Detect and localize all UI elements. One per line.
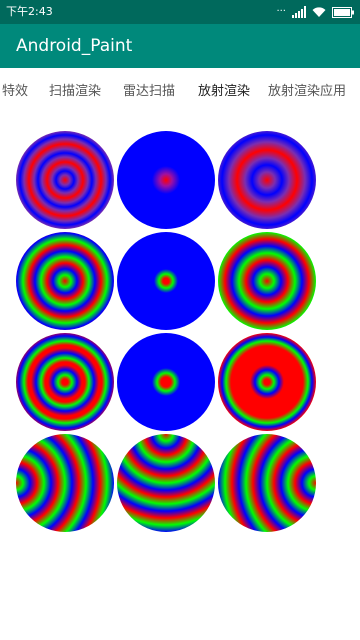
radial-circle-r3c1	[16, 333, 114, 431]
status-bar: 下午2:43 ···	[0, 0, 360, 24]
app-title: Android_Paint	[16, 36, 133, 56]
radial-circle-r2c1	[16, 232, 114, 330]
shader-canvas	[0, 116, 360, 640]
tab-sweep-shader[interactable]: 扫描渲染	[44, 68, 106, 116]
radial-circle-r4c1	[16, 434, 114, 532]
tab-bar: 特效 扫描渲染 雷达扫描 放射渲染 放射渲染应用	[0, 68, 360, 116]
radial-circle-r2c3	[218, 232, 316, 330]
tab-radial-shader[interactable]: 放射渲染	[193, 68, 255, 116]
radial-circle-r1c2	[117, 131, 215, 229]
battery-icon	[332, 3, 354, 22]
app-toolbar: Android_Paint	[0, 24, 360, 68]
radial-circle-r1c3	[218, 131, 316, 229]
radial-circle-r1c1	[16, 131, 114, 229]
wifi-icon	[312, 3, 326, 22]
radial-circle-r3c2	[117, 333, 215, 431]
status-time: 下午2:43	[6, 5, 53, 18]
signal-icon	[292, 3, 306, 22]
radial-circle-r4c2	[117, 434, 215, 532]
tab-radar-scan[interactable]: 雷达扫描	[118, 68, 180, 116]
radial-circle-r4c3	[218, 434, 316, 532]
dots-icon: ···	[276, 6, 286, 17]
tab-radial-shader-app[interactable]: 放射渲染应用	[268, 68, 360, 116]
radial-circle-r3c3	[218, 333, 316, 431]
tab-effects[interactable]: 特效	[0, 68, 30, 116]
status-icons: ···	[276, 4, 354, 20]
radial-circle-r2c2	[117, 232, 215, 330]
